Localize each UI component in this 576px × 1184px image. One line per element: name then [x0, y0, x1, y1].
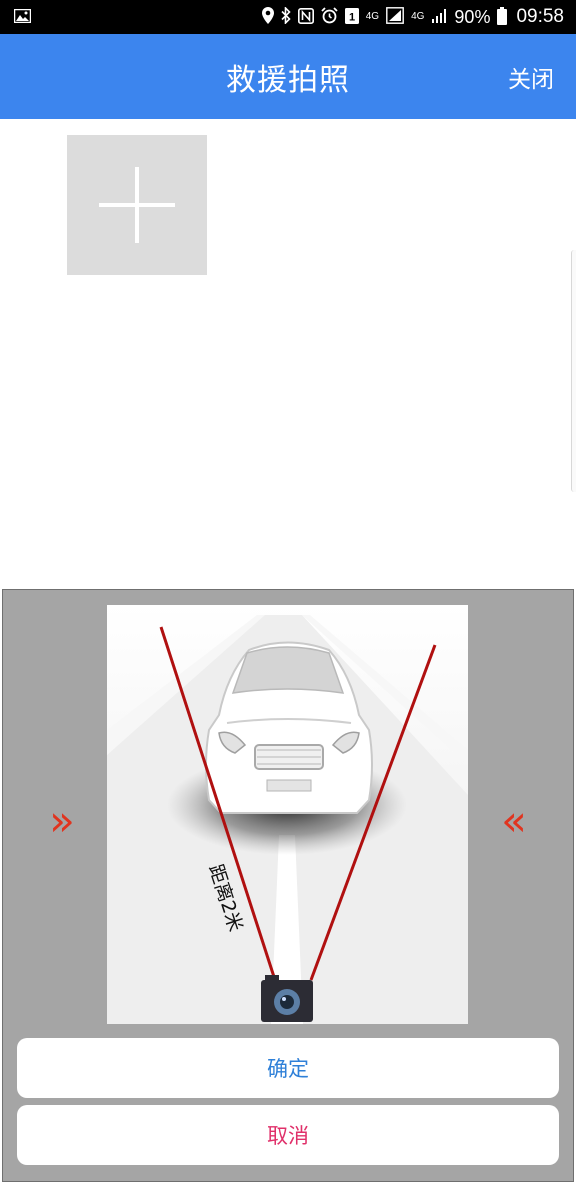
alarm-icon — [321, 7, 338, 27]
signal-1-icon — [386, 7, 404, 27]
nfc-icon — [297, 7, 314, 27]
app-bar: 救援拍照 关闭 — [0, 34, 576, 119]
cancel-button[interactable]: 取消 — [17, 1105, 559, 1165]
battery-icon — [497, 6, 508, 28]
camera-icon — [261, 975, 313, 1022]
network-type-2: 4G — [411, 11, 425, 22]
battery-percent: 90% — [454, 6, 491, 27]
gallery-notification-icon — [13, 8, 32, 26]
status-left — [13, 8, 32, 26]
plus-icon-vertical — [135, 167, 139, 243]
sim-1-icon: 1 — [344, 7, 359, 27]
previous-guide-arrow[interactable]: » — [42, 798, 82, 844]
page-title: 救援拍照 — [226, 62, 350, 98]
next-guide-arrow[interactable]: « — [494, 798, 534, 844]
edge-panel-handle[interactable] — [571, 250, 576, 492]
status-bar: 1 4G 4G 90% 09:58 — [0, 0, 576, 34]
bluetooth-icon — [281, 6, 291, 27]
confirm-button[interactable]: 确定 — [17, 1038, 559, 1098]
status-right: 1 4G 4G 90% 09:58 — [261, 6, 564, 28]
network-type-1: 4G — [365, 11, 380, 22]
location-icon — [261, 7, 274, 27]
close-button[interactable]: 关闭 — [508, 34, 554, 119]
clock: 09:58 — [516, 6, 564, 27]
signal-2-icon — [431, 8, 447, 26]
add-photo-button[interactable] — [67, 135, 207, 275]
photo-guide-image: 距离2米 — [107, 605, 468, 1024]
svg-text:1: 1 — [349, 11, 355, 23]
